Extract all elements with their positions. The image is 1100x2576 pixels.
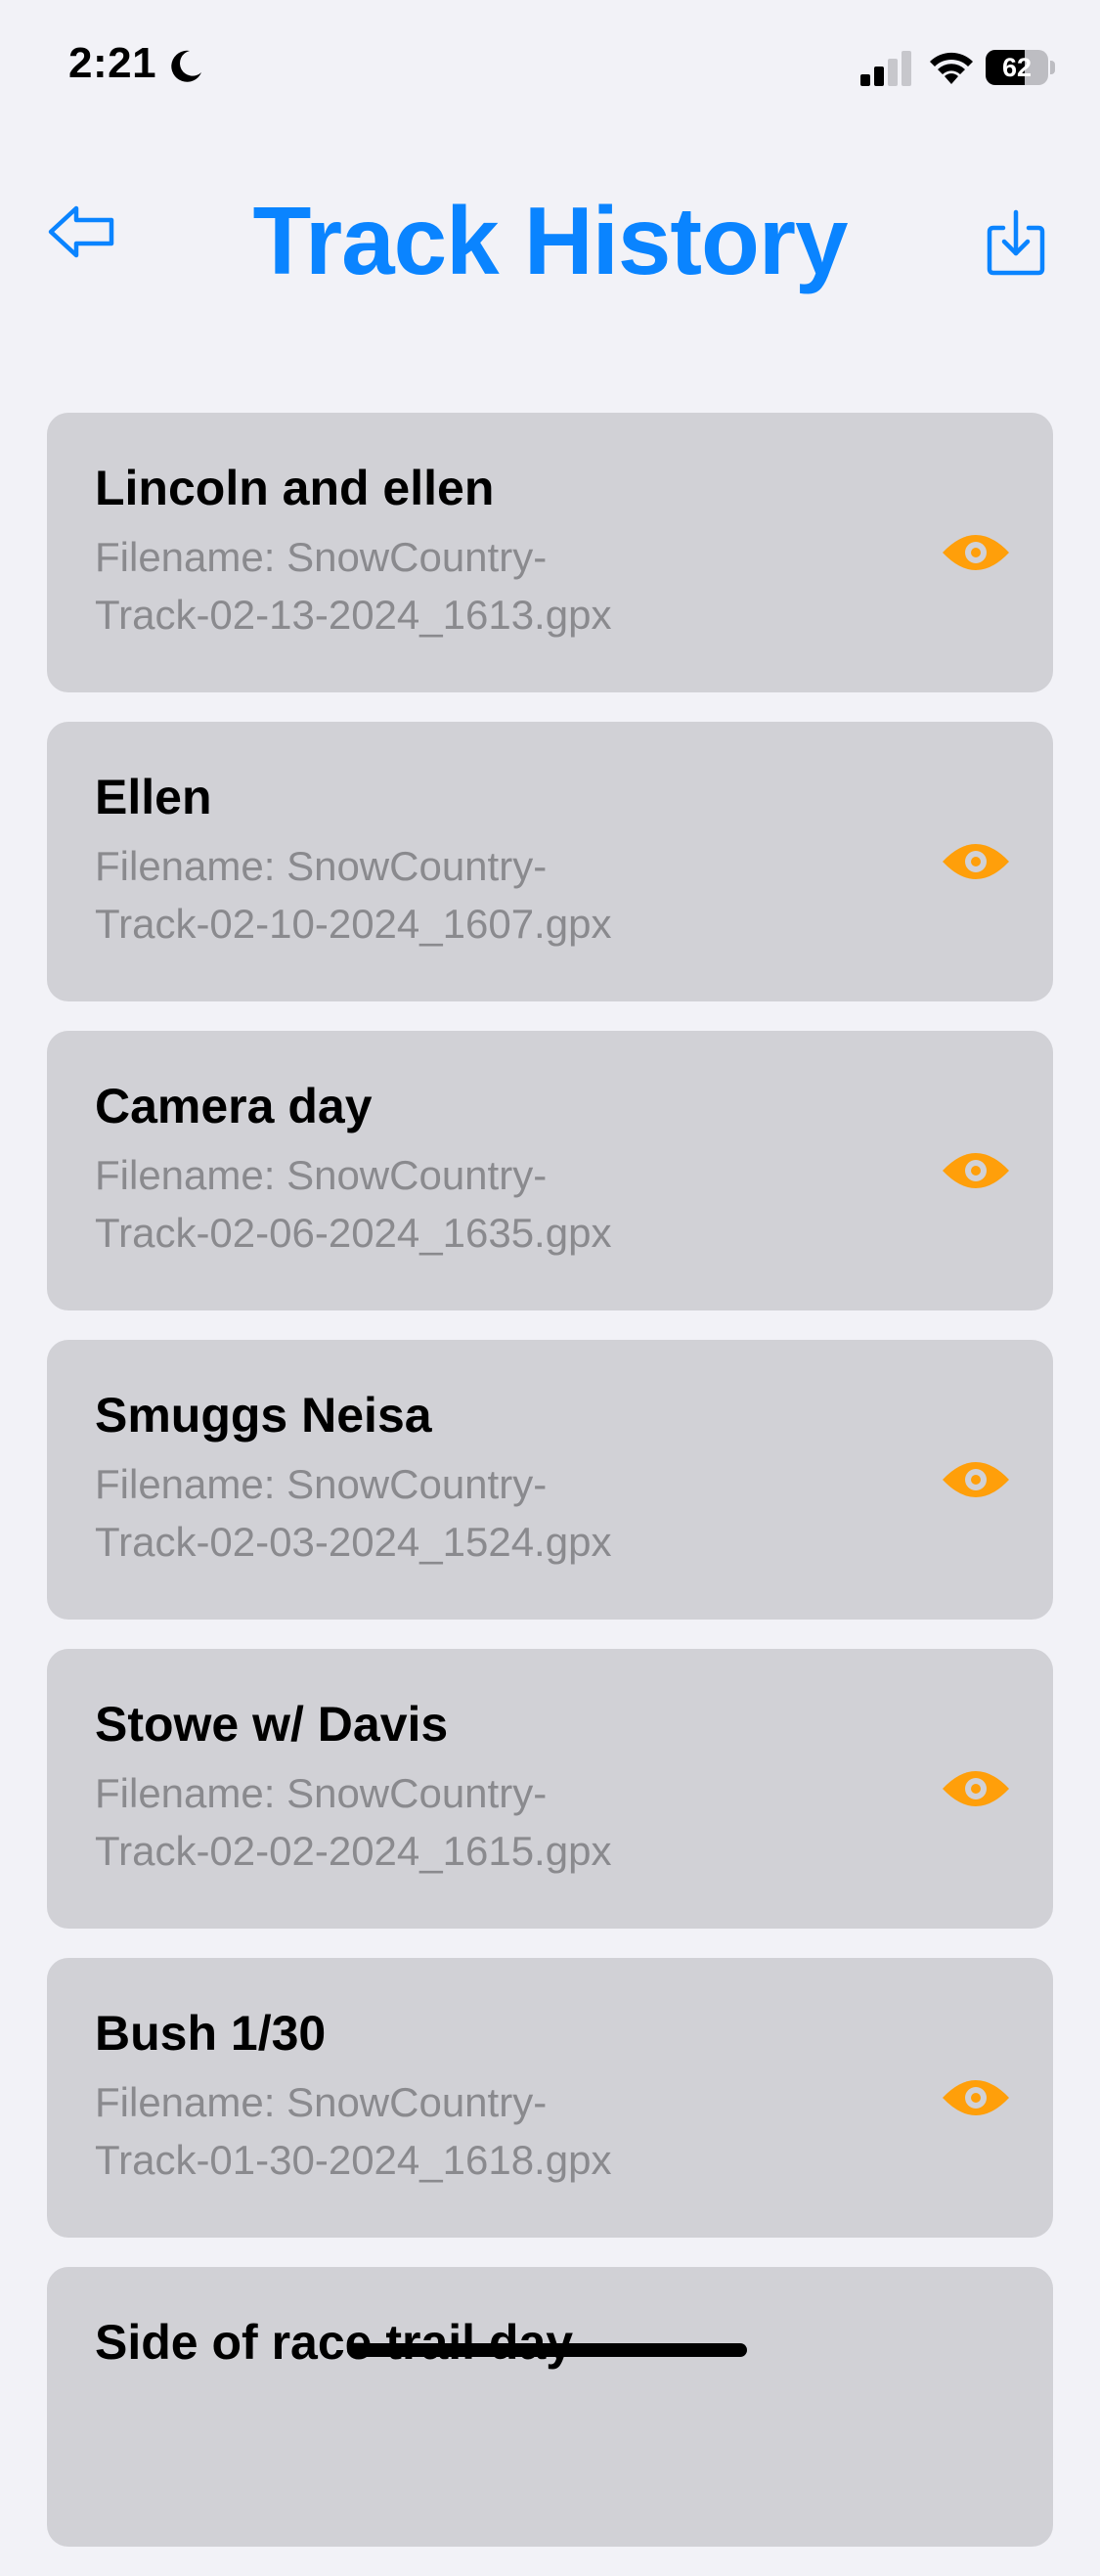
track-card[interactable]: Lincoln and ellen Filename: SnowCountry-… bbox=[47, 413, 1053, 692]
status-time: 2:21 bbox=[68, 39, 157, 87]
view-track-button[interactable] bbox=[940, 516, 1012, 589]
view-track-button[interactable] bbox=[940, 825, 1012, 898]
eye-icon bbox=[943, 2080, 1009, 2115]
view-track-button[interactable] bbox=[940, 1443, 1012, 1516]
home-indicator[interactable] bbox=[347, 2343, 747, 2357]
filename-line: Track-02-06-2024_1635.gpx bbox=[95, 1210, 612, 1256]
track-name: Lincoln and ellen bbox=[95, 461, 495, 515]
track-filename: Filename: SnowCountry- Track-02-06-2024_1… bbox=[95, 1146, 721, 1262]
view-track-button[interactable] bbox=[940, 2062, 1012, 2134]
track-name: Ellen bbox=[95, 770, 212, 824]
track-name: Bush 1/30 bbox=[95, 2006, 327, 2061]
moon-icon bbox=[171, 50, 201, 82]
track-name: Camera day bbox=[95, 1079, 373, 1133]
track-name: Stowe w/ Davis bbox=[95, 1697, 449, 1752]
track-card[interactable]: Stowe w/ Davis Filename: SnowCountry- Tra… bbox=[47, 1649, 1053, 1929]
eye-icon bbox=[943, 844, 1009, 879]
track-filename: Filename: SnowCountry- Track-01-30-2024_1… bbox=[95, 2073, 721, 2189]
view-track-button[interactable] bbox=[940, 1134, 1012, 1207]
filename-line: Track-02-02-2024_1615.gpx bbox=[95, 1828, 612, 1874]
eye-icon bbox=[943, 1153, 1009, 1188]
track-name: Side of race trail day bbox=[95, 2315, 574, 2370]
battery-level: 62 bbox=[1001, 53, 1033, 82]
filename-line: Filename: SnowCountry- bbox=[95, 2079, 548, 2125]
track-filename: Filename: SnowCountry- Track-02-10-2024_1… bbox=[95, 837, 721, 953]
eye-icon bbox=[943, 535, 1009, 570]
nav-header: Track History bbox=[0, 166, 1100, 303]
track-card[interactable]: Side of race trail day bbox=[47, 2267, 1053, 2547]
filename-line: Filename: SnowCountry- bbox=[95, 1152, 548, 1198]
filename-line: Track-02-13-2024_1613.gpx bbox=[95, 592, 612, 638]
filename-line: Filename: SnowCountry- bbox=[95, 534, 548, 580]
view-track-button[interactable] bbox=[940, 1753, 1012, 1825]
wifi-icon bbox=[930, 52, 973, 84]
download-icon bbox=[987, 209, 1045, 276]
battery-body: 62 bbox=[986, 50, 1048, 85]
filename-line: Track-02-10-2024_1607.gpx bbox=[95, 901, 612, 947]
track-card[interactable]: Ellen Filename: SnowCountry- Track-02-10-… bbox=[47, 722, 1053, 1001]
track-list: Lincoln and ellen Filename: SnowCountry-… bbox=[47, 413, 1053, 2576]
filename-line: Filename: SnowCountry- bbox=[95, 1461, 548, 1507]
track-name: Smuggs Neisa bbox=[95, 1388, 432, 1443]
page-title: Track History bbox=[252, 187, 849, 294]
track-card[interactable]: Smuggs Neisa Filename: SnowCountry- Track… bbox=[47, 1340, 1053, 1620]
filename-line: Track-01-30-2024_1618.gpx bbox=[95, 2137, 612, 2183]
filename-line: Filename: SnowCountry- bbox=[95, 1770, 548, 1816]
status-bar: 2:21 62 bbox=[0, 0, 1100, 137]
track-filename: Filename: SnowCountry- Track-02-03-2024_1… bbox=[95, 1455, 721, 1571]
filename-line: Track-02-03-2024_1524.gpx bbox=[95, 1519, 612, 1565]
track-card[interactable]: Bush 1/30 Filename: SnowCountry- Track-01… bbox=[47, 1958, 1053, 2238]
eye-icon bbox=[943, 1771, 1009, 1806]
battery-icon: 62 bbox=[986, 50, 1055, 85]
filename-line: Filename: SnowCountry- bbox=[95, 843, 548, 889]
eye-icon bbox=[943, 1462, 1009, 1497]
battery-cap bbox=[1050, 61, 1055, 74]
signal-icon bbox=[860, 51, 911, 86]
export-button[interactable] bbox=[980, 201, 1052, 284]
track-card[interactable]: Camera day Filename: SnowCountry- Track-0… bbox=[47, 1031, 1053, 1310]
track-filename: Filename: SnowCountry- Track-02-13-2024_1… bbox=[95, 528, 721, 644]
track-filename: Filename: SnowCountry- Track-02-02-2024_1… bbox=[95, 1764, 721, 1880]
